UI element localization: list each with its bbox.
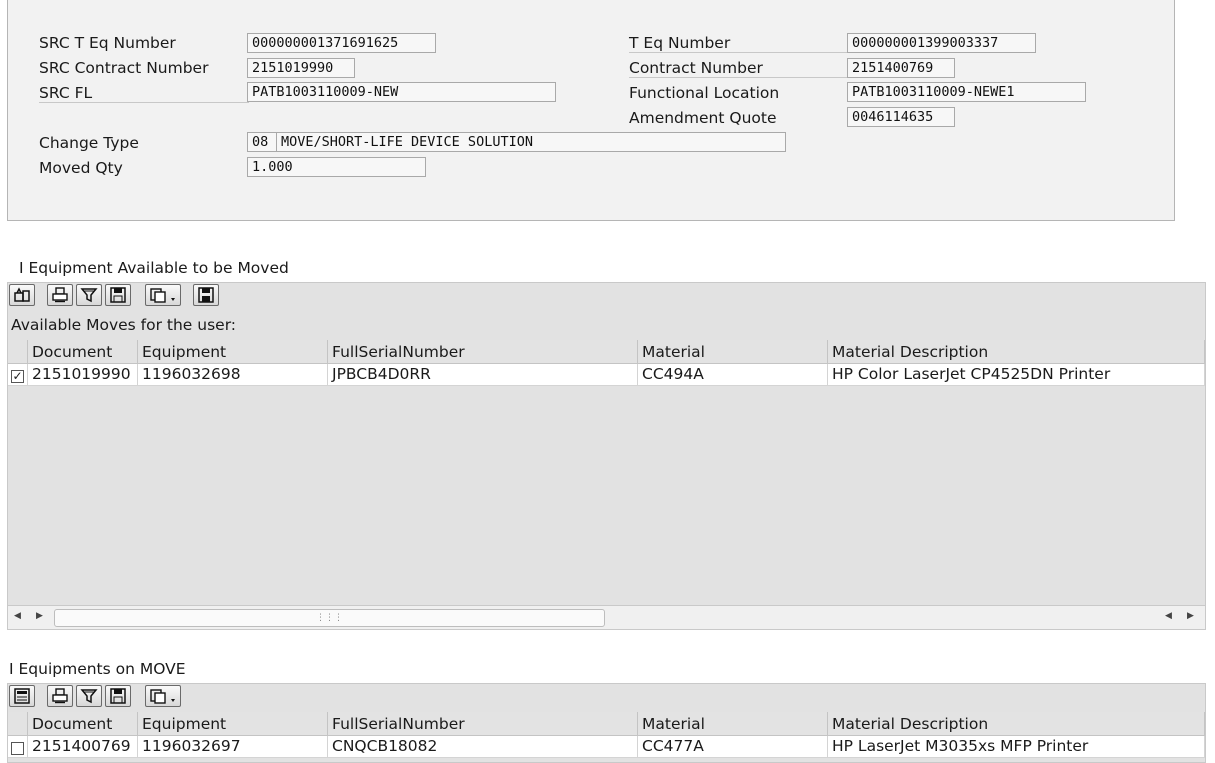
export-button[interactable] xyxy=(145,284,181,306)
move-grid-header-selector[interactable] xyxy=(8,712,28,736)
move-col-header-document[interactable]: Document xyxy=(28,712,138,736)
amendment-quote-field[interactable]: 0046114635 xyxy=(847,107,955,127)
functional-location-field[interactable]: PATB1003110009-NEWE1 xyxy=(847,82,1086,102)
src-contract-number-field[interactable]: 2151019990 xyxy=(247,58,355,78)
amendment-quote-label: Amendment Quote xyxy=(629,109,777,127)
move-section-title: I Equipments on MOVE xyxy=(9,660,186,678)
print-icon xyxy=(52,287,68,303)
row-selector[interactable]: ✓ xyxy=(8,364,28,386)
move-col-header-description[interactable]: Material Description xyxy=(828,712,1205,736)
scroll-left-icon[interactable]: ◀ xyxy=(14,611,21,621)
moved-qty-field[interactable]: 1.000 xyxy=(247,157,426,177)
save-layout-button-2[interactable] xyxy=(105,685,131,707)
available-col-header-document[interactable]: Document xyxy=(28,340,138,364)
src-t-eq-number-label: SRC T Eq Number xyxy=(39,34,176,52)
print-button[interactable] xyxy=(47,284,73,306)
t-eq-number-label: T Eq Number xyxy=(629,34,849,53)
scrollbar-thumb[interactable]: ⋮⋮⋮ xyxy=(54,609,605,627)
export-icon xyxy=(150,689,175,704)
available-toolbar xyxy=(9,284,309,308)
filter-icon xyxy=(80,689,98,704)
change-type-code-field[interactable]: 08 xyxy=(247,132,277,152)
src-contract-number-label: SRC Contract Number xyxy=(39,59,209,77)
move-col-header-material[interactable]: Material xyxy=(638,712,828,736)
cell-serial: JPBCB4D0RR xyxy=(328,364,638,386)
filter-button-2[interactable] xyxy=(76,685,102,707)
details-button[interactable] xyxy=(9,284,35,306)
save-layout-icon xyxy=(110,287,126,303)
move-col-header-serial[interactable]: FullSerialNumber xyxy=(328,712,638,736)
cell-material: CC494A xyxy=(638,364,828,386)
available-section-title: I Equipment Available to be Moved xyxy=(19,259,289,277)
cell-serial: CNQCB18082 xyxy=(328,736,638,758)
cell-description: HP Color LaserJet CP4525DN Printer xyxy=(828,364,1205,386)
src-fl-field[interactable]: PATB1003110009-NEW xyxy=(247,82,556,102)
details-icon xyxy=(14,287,30,302)
row-selector[interactable] xyxy=(8,736,28,758)
cell-equipment: 1196032697 xyxy=(138,736,328,758)
src-fl-label: SRC FL xyxy=(39,84,249,103)
save-button[interactable] xyxy=(193,284,219,306)
cell-material: CC477A xyxy=(638,736,828,758)
save-layout-icon xyxy=(110,688,126,704)
cell-document: 2151019990 xyxy=(28,364,138,386)
table-row[interactable]: 2151400769 1196032697 CNQCB18082 CC477A … xyxy=(8,736,1205,758)
moved-qty-label: Moved Qty xyxy=(39,159,123,177)
available-grid-header-selector[interactable] xyxy=(8,340,28,364)
available-grid-title: Available Moves for the user: xyxy=(11,316,237,334)
available-horizontal-scrollbar[interactable]: ◀ ▶ ⋮⋮⋮ ◀ ▶ xyxy=(8,605,1205,629)
scroll-right-end-icon[interactable]: ▶ xyxy=(1187,611,1194,621)
table-row[interactable]: ✓ 2151019990 1196032698 JPBCB4D0RR CC494… xyxy=(8,364,1205,386)
cell-document: 2151400769 xyxy=(28,736,138,758)
available-col-header-serial[interactable]: FullSerialNumber xyxy=(328,340,638,364)
move-col-header-equipment[interactable]: Equipment xyxy=(138,712,328,736)
change-type-description-field: MOVE/SHORT-LIFE DEVICE SOLUTION xyxy=(276,132,786,152)
available-col-header-description[interactable]: Material Description xyxy=(828,340,1205,364)
cell-equipment: 1196032698 xyxy=(138,364,328,386)
export-icon xyxy=(150,288,175,303)
select-layout-button[interactable] xyxy=(9,685,35,707)
change-type-label: Change Type xyxy=(39,134,139,152)
t-eq-number-field[interactable]: 000000001399003337 xyxy=(847,33,1036,53)
functional-location-label: Functional Location xyxy=(629,84,780,102)
row-checkbox-unchecked[interactable] xyxy=(11,742,24,755)
print-icon xyxy=(52,688,68,704)
export-button-2[interactable] xyxy=(145,685,181,707)
move-toolbar xyxy=(9,685,309,709)
src-t-eq-number-field[interactable]: 000000001371691625 xyxy=(247,33,436,53)
print-button-2[interactable] xyxy=(47,685,73,707)
cell-description: HP LaserJet M3035xs MFP Printer xyxy=(828,736,1205,758)
save-icon xyxy=(198,287,214,303)
filter-button[interactable] xyxy=(76,284,102,306)
contract-number-field[interactable]: 2151400769 xyxy=(847,58,955,78)
available-grid-frame xyxy=(7,282,1206,630)
scroll-right-icon[interactable]: ▶ xyxy=(36,611,43,621)
filter-icon xyxy=(80,288,98,303)
row-checkbox-checked[interactable]: ✓ xyxy=(11,370,24,383)
save-layout-button[interactable] xyxy=(105,284,131,306)
select-layout-icon xyxy=(14,688,30,704)
available-col-header-material[interactable]: Material xyxy=(638,340,828,364)
scroll-left-end-icon[interactable]: ◀ xyxy=(1165,611,1172,621)
contract-number-label: Contract Number xyxy=(629,59,849,78)
available-col-header-equipment[interactable]: Equipment xyxy=(138,340,328,364)
